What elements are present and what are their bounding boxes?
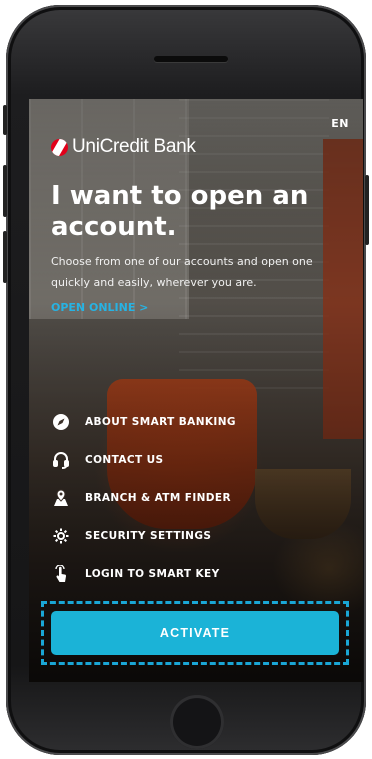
language-switch[interactable]: EN	[331, 117, 349, 130]
power-button	[365, 175, 369, 245]
menu-item-label: SECURITY SETTINGS	[85, 530, 212, 542]
menu-item-label: ABOUT SMART BANKING	[85, 416, 236, 428]
volume-down-button	[3, 231, 7, 283]
home-button[interactable]	[170, 695, 224, 749]
menu-item-about-smart-banking[interactable]: ABOUT SMART BANKING	[51, 403, 351, 441]
menu-item-label: LOGIN TO SMART KEY	[85, 568, 220, 580]
phone-frame: EN UniCredit Bank I want to open an acco…	[3, 5, 369, 755]
menu-item-security-settings[interactable]: SECURITY SETTINGS	[51, 517, 351, 555]
menu-item-branch-atm-finder[interactable]: BRANCH & ATM FINDER	[51, 479, 351, 517]
mute-switch	[3, 105, 7, 135]
compass-icon	[51, 412, 71, 432]
open-online-link[interactable]: OPEN ONLINE >	[51, 301, 148, 314]
menu-item-label: CONTACT US	[85, 454, 164, 466]
gear-icon	[51, 526, 71, 546]
headset-icon	[51, 450, 71, 470]
hero-description: Choose from one of our accounts and open…	[51, 255, 313, 289]
brand-logo: UniCredit Bank	[51, 136, 196, 158]
menu-item-label: BRANCH & ATM FINDER	[85, 492, 231, 504]
menu-item-login-smart-key[interactable]: LOGIN TO SMART KEY	[51, 555, 351, 593]
menu-item-contact-us[interactable]: CONTACT US	[51, 441, 351, 479]
quick-menu: ABOUT SMART BANKING CONTACT US BRANCH & …	[51, 403, 351, 593]
app-screen: EN UniCredit Bank I want to open an acco…	[29, 99, 363, 682]
activate-button[interactable]: ACTIVATE	[51, 611, 339, 655]
activate-highlight: ACTIVATE	[41, 601, 349, 665]
volume-up-button	[3, 165, 7, 217]
earpiece-speaker	[154, 56, 228, 62]
touch-icon	[51, 564, 71, 584]
brand-name: UniCredit Bank	[72, 136, 196, 157]
unicredit-logo-icon	[51, 138, 68, 156]
hero-headline: I want to open an account.	[51, 181, 309, 242]
map-pin-icon	[51, 488, 71, 508]
